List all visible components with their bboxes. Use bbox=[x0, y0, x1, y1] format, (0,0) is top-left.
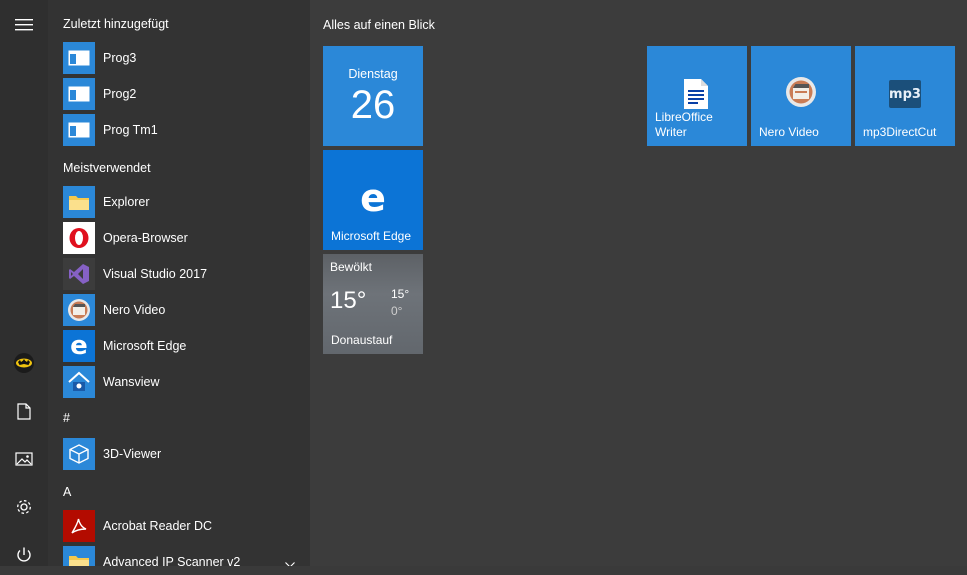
edge-icon: e bbox=[360, 176, 386, 220]
nero-video-icon bbox=[785, 76, 817, 113]
window-app-icon bbox=[63, 42, 95, 74]
app-item-label: Wansview bbox=[103, 375, 160, 389]
user-avatar[interactable] bbox=[0, 343, 48, 383]
folder-icon bbox=[63, 546, 95, 566]
folder-icon bbox=[63, 186, 95, 218]
mp3directcut-tile[interactable]: mp3 mp3DirectCut bbox=[855, 46, 955, 146]
edge-icon: e bbox=[63, 330, 95, 362]
app-item-acrobat-reader[interactable]: Acrobat Reader DC bbox=[63, 509, 303, 543]
hamburger-menu-icon[interactable] bbox=[0, 5, 48, 45]
app-item-label: Prog2 bbox=[103, 87, 137, 101]
app-item-visual-studio[interactable]: Visual Studio 2017 bbox=[63, 257, 303, 291]
tile-label-line: Writer bbox=[655, 125, 687, 139]
weather-temperature: 15° bbox=[330, 287, 367, 314]
wansview-home-icon bbox=[63, 366, 95, 398]
calendar-tile[interactable]: Dienstag 26 bbox=[323, 46, 423, 146]
app-item-prog-tm1[interactable]: Prog Tm1 bbox=[63, 113, 303, 147]
app-item-3d-viewer[interactable]: 3D-Viewer bbox=[63, 437, 303, 471]
app-item-wansview[interactable]: Wansview bbox=[63, 365, 303, 399]
app-item-nero-video[interactable]: Nero Video bbox=[63, 293, 303, 327]
microsoft-edge-tile[interactable]: e Microsoft Edge bbox=[323, 150, 423, 250]
app-list: Zuletzt hinzugefügt Prog3 Prog2 Prog Tm1… bbox=[48, 0, 310, 566]
weather-tile[interactable]: Bewölkt 15° 15° 0° Donaustauf bbox=[323, 254, 423, 354]
app-item-advanced-ip-scanner[interactable]: Advanced IP Scanner v2 bbox=[63, 545, 303, 566]
opera-icon bbox=[63, 222, 95, 254]
app-item-label: Visual Studio 2017 bbox=[103, 267, 208, 281]
app-item-prog3[interactable]: Prog3 bbox=[63, 41, 303, 75]
app-item-opera[interactable]: Opera-Browser bbox=[63, 221, 303, 255]
tile-group-title[interactable]: Alles auf einen Blick bbox=[323, 18, 435, 32]
weather-location: Donaustauf bbox=[331, 333, 393, 347]
app-item-label: Nero Video bbox=[103, 303, 166, 317]
nero-video-icon bbox=[63, 294, 95, 326]
3d-cube-icon bbox=[63, 438, 95, 470]
weather-high: 15° bbox=[391, 287, 410, 301]
app-item-microsoft-edge[interactable]: e Microsoft Edge bbox=[63, 329, 303, 363]
visual-studio-icon bbox=[63, 258, 95, 290]
app-item-explorer[interactable]: Explorer bbox=[63, 185, 303, 219]
weather-condition: Bewölkt bbox=[330, 260, 373, 274]
calendar-day: Dienstag bbox=[348, 67, 398, 81]
tile-label: Nero Video bbox=[759, 125, 819, 139]
tile-area: Alles auf einen Blick Dienstag 26 e Micr… bbox=[310, 0, 967, 566]
settings-icon[interactable] bbox=[0, 487, 48, 527]
tile-label-line: LibreOffice bbox=[655, 110, 713, 124]
section-header-most-used: Meistverwendet bbox=[63, 161, 151, 175]
section-header-recent: Zuletzt hinzugefügt bbox=[63, 17, 169, 31]
app-item-label: Explorer bbox=[103, 195, 150, 209]
app-item-label: Advanced IP Scanner v2 bbox=[103, 555, 241, 566]
app-item-label: Prog3 bbox=[103, 51, 137, 65]
calendar-date: 26 bbox=[350, 83, 396, 127]
window-app-icon bbox=[63, 78, 95, 110]
tile-label: Microsoft Edge bbox=[331, 229, 412, 243]
documents-icon[interactable] bbox=[0, 391, 48, 431]
chevron-down-icon[interactable] bbox=[285, 555, 295, 566]
app-item-prog2[interactable]: Prog2 bbox=[63, 77, 303, 111]
section-header-a[interactable]: A bbox=[63, 485, 71, 499]
tile-label: mp3DirectCut bbox=[863, 125, 937, 139]
power-icon[interactable] bbox=[0, 535, 48, 575]
section-header-hash[interactable]: # bbox=[63, 411, 70, 425]
app-item-label: Microsoft Edge bbox=[103, 339, 187, 353]
app-item-label: Prog Tm1 bbox=[103, 123, 158, 137]
weather-low: 0° bbox=[391, 304, 403, 318]
acrobat-icon bbox=[63, 510, 95, 542]
libreoffice-writer-tile[interactable]: LibreOffice Writer bbox=[647, 46, 747, 146]
nero-video-tile[interactable]: Nero Video bbox=[751, 46, 851, 146]
window-app-icon bbox=[63, 114, 95, 146]
app-item-label: 3D-Viewer bbox=[103, 447, 162, 461]
mp3directcut-icon: mp3 bbox=[889, 80, 921, 108]
tile-label: LibreOffice Writer bbox=[655, 110, 713, 140]
app-item-label: Acrobat Reader DC bbox=[103, 519, 213, 533]
mp3-icon-text: mp3 bbox=[889, 86, 921, 102]
start-rail bbox=[0, 0, 48, 566]
app-item-label: Opera-Browser bbox=[103, 231, 188, 245]
pictures-icon[interactable] bbox=[0, 439, 48, 479]
